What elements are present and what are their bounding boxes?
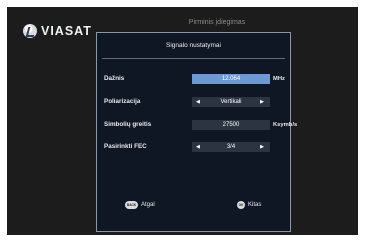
frequency-label: Dažnis <box>104 75 125 82</box>
right-arrow-icon[interactable]: ▶ <box>260 142 264 152</box>
right-arrow-icon[interactable]: ▶ <box>260 97 264 107</box>
viasat-logo-icon <box>23 24 37 38</box>
back-key-icon: BACK <box>125 201 138 209</box>
fec-row: Pasirinkti FEC ◀ 3/4 ▶ <box>104 142 282 152</box>
window-title: Pirminis įdiegimas <box>188 19 246 26</box>
back-label: Atgal <box>141 202 155 208</box>
polarization-value: Vertikali <box>220 99 242 105</box>
fec-value: 3/4 <box>226 144 236 150</box>
frequency-row: Dažnis 12.064 MHz <box>104 74 285 84</box>
polarization-label: Poliarizacija <box>104 98 141 105</box>
frequency-value: 12.064 <box>221 76 241 82</box>
logo-text: VIASAT <box>41 24 92 38</box>
symbol-rate-input[interactable]: 27500 <box>192 120 270 130</box>
fec-selector[interactable]: ◀ 3/4 ▶ <box>192 142 270 152</box>
signal-settings-panel: Signalo nustatymai Dažnis 12.064 MHz Pol… <box>96 32 297 232</box>
symbol-rate-row: Simbolių greitis 27500 Ksymb/s <box>104 120 297 130</box>
polarization-row: Poliarizacija ◀ Vertikali ▶ <box>104 97 282 107</box>
symbol-rate-unit: Ksymb/s <box>273 122 298 128</box>
fec-label: Pasirinkti FEC <box>104 143 147 150</box>
frequency-unit: MHz <box>273 76 285 82</box>
left-arrow-icon[interactable]: ◀ <box>196 97 200 107</box>
frequency-input[interactable]: 12.064 <box>192 74 270 84</box>
tv-screen: VIASAT Pirminis įdiegimas Signalo nustat… <box>7 7 358 235</box>
ok-key-icon: OK <box>237 201 245 209</box>
symbol-rate-value: 27500 <box>222 122 240 128</box>
panel-header: Signalo nustatymai <box>166 42 221 49</box>
next-label: Kitas <box>248 202 262 208</box>
next-button[interactable]: OK Kitas <box>237 201 261 209</box>
viasat-logo: VIASAT <box>23 21 98 41</box>
left-arrow-icon[interactable]: ◀ <box>196 142 200 152</box>
symbol-rate-label: Simbolių greitis <box>104 121 152 128</box>
polarization-selector[interactable]: ◀ Vertikali ▶ <box>192 97 270 107</box>
back-button[interactable]: BACK Atgal <box>125 201 155 209</box>
panel-divider <box>102 58 285 59</box>
